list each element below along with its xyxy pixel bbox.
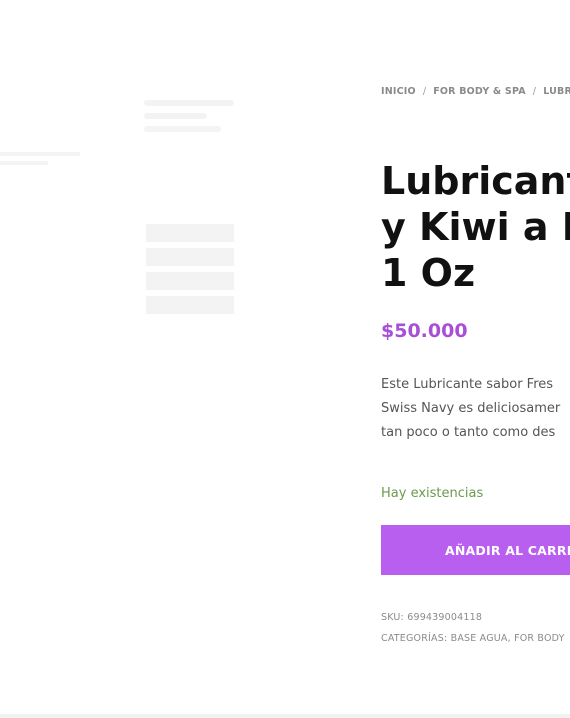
sku-value: 699439004118 — [407, 612, 483, 623]
faded-logo-image — [144, 100, 234, 138]
product-title-line: y Kiwi a B — [381, 205, 570, 249]
product-title-line: 1 Oz — [381, 251, 476, 295]
product-page: INICIO / FOR BODY & SPA / LUBRIC Lubricant y… — [0, 0, 570, 718]
product-title: Lubricant y Kiwi a B 1 Oz — [381, 158, 570, 296]
breadcrumb-separator: / — [422, 86, 427, 97]
breadcrumb-for-body-spa[interactable]: FOR BODY & SPA — [433, 86, 526, 97]
breadcrumb-lubricantes[interactable]: LUBRIC — [543, 86, 570, 97]
description-line: tan poco o tanto como des — [381, 425, 556, 440]
product-sku: SKU: 699439004118 — [381, 612, 482, 623]
product-description: Este Lubricante sabor Fres Swiss Navy es… — [381, 373, 560, 445]
product-title-line: Lubricant — [381, 159, 570, 203]
footer-divider — [0, 714, 570, 718]
add-to-cart-button[interactable]: AÑADIR AL CARRIT — [381, 525, 570, 575]
breadcrumb-separator: / — [532, 86, 537, 97]
breadcrumb: INICIO / FOR BODY & SPA / LUBRIC — [381, 86, 570, 97]
product-categories: CATEGORÍAS: BASE AGUA, FOR BODY — [381, 633, 565, 644]
product-price: $50.000 — [381, 320, 468, 342]
faded-gallery-thumbnails — [146, 224, 234, 344]
description-line: Swiss Navy es deliciosamer — [381, 401, 561, 416]
sku-label: SKU: — [381, 612, 404, 623]
faded-gallery-text — [0, 152, 80, 174]
categories-links[interactable]: BASE AGUA, FOR BODY — [451, 633, 565, 644]
stock-status: Hay existencias — [381, 486, 484, 501]
description-line: Este Lubricante sabor Fres — [381, 377, 554, 392]
categories-label: CATEGORÍAS: — [381, 633, 448, 644]
breadcrumb-inicio[interactable]: INICIO — [381, 86, 416, 97]
